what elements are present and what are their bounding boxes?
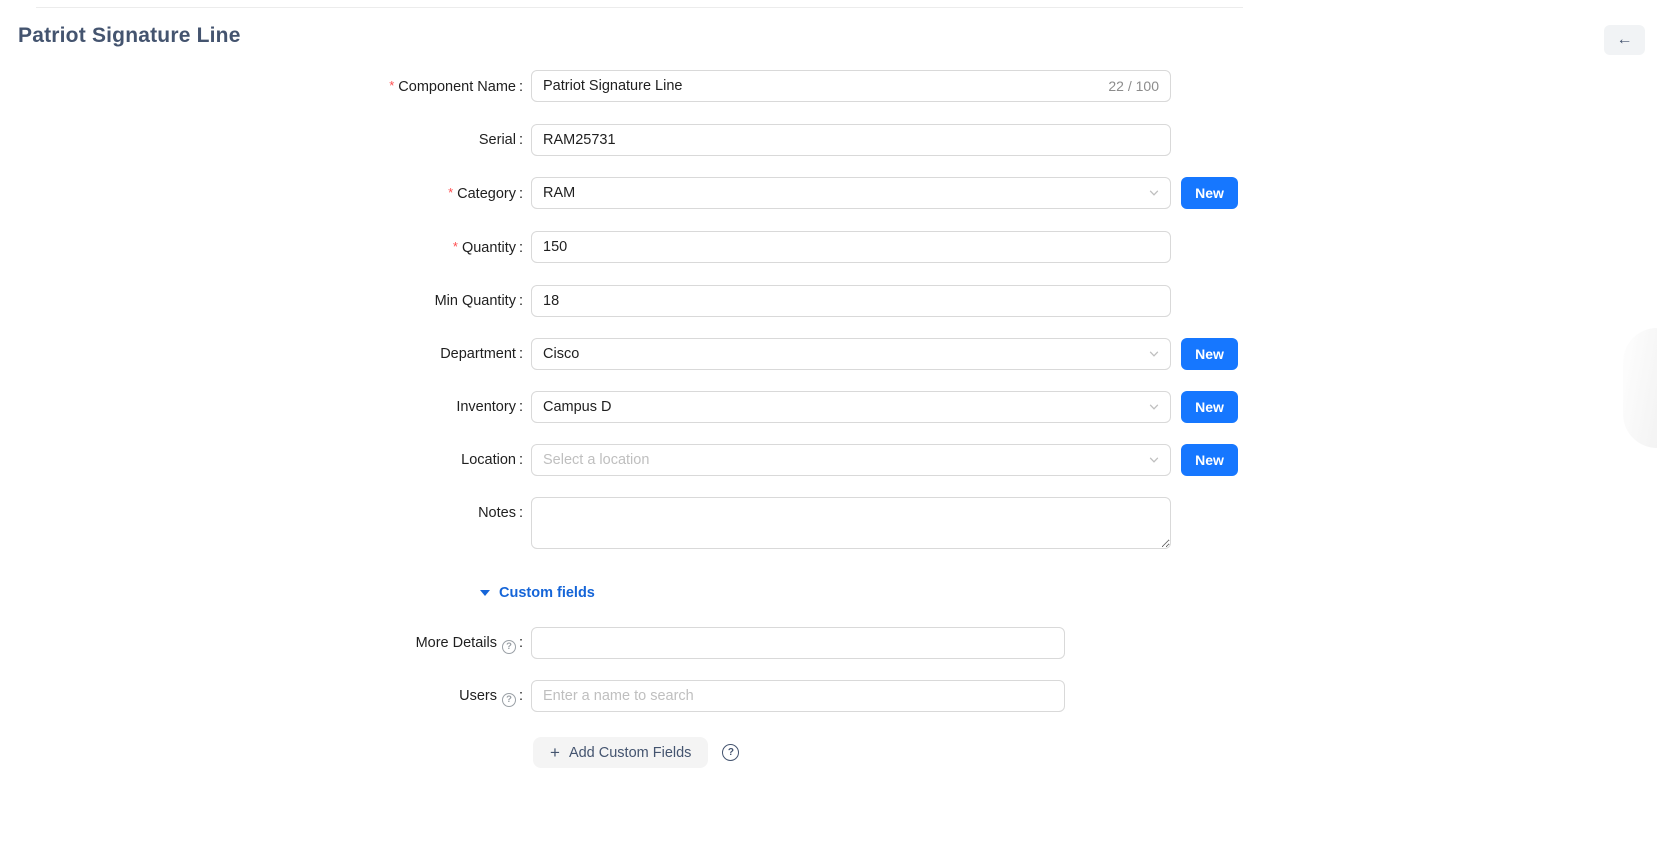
form-row-quantity: Quantity — [0, 231, 1300, 264]
category-select-value: RAM — [543, 185, 575, 201]
form-row-min-quantity: Min Quantity — [0, 285, 1300, 317]
location-new-button[interactable]: New — [1181, 444, 1238, 476]
caret-down-icon — [480, 590, 490, 596]
min-quantity-label: Min Quantity — [0, 285, 523, 317]
component-edit-form: Component Name 22 / 100 Serial Category … — [0, 70, 1300, 768]
inventory-select-value: Campus D — [543, 399, 612, 415]
edge-floating-widget — [1623, 328, 1657, 448]
department-select[interactable]: Cisco — [531, 338, 1171, 370]
location-select-placeholder: Select a location — [543, 452, 649, 468]
quantity-input[interactable] — [531, 231, 1171, 263]
category-label: Category — [0, 177, 523, 210]
inventory-new-button[interactable]: New — [1181, 391, 1238, 423]
inventory-select[interactable]: Campus D — [531, 391, 1171, 423]
back-button[interactable]: ← — [1604, 25, 1645, 55]
chevron-down-icon — [1148, 454, 1160, 466]
chevron-down-icon — [1148, 348, 1160, 360]
custom-fields-toggle-label: Custom fields — [499, 585, 595, 601]
form-row-notes: Notes — [0, 497, 1300, 554]
back-arrow-icon: ← — [1617, 32, 1633, 48]
department-new-button[interactable]: New — [1181, 338, 1238, 370]
more-details-input[interactable] — [531, 627, 1065, 659]
help-circle-icon: ? — [502, 640, 516, 654]
department-label: Department — [0, 338, 523, 370]
add-custom-fields-label: Add Custom Fields — [569, 745, 692, 761]
category-select[interactable]: RAM — [531, 177, 1171, 209]
location-select[interactable]: Select a location — [531, 444, 1171, 476]
form-row-component-name: Component Name 22 / 100 — [0, 70, 1300, 103]
chevron-down-icon — [1148, 187, 1160, 199]
serial-label: Serial — [0, 124, 523, 156]
users-label: Users? — [0, 680, 523, 712]
users-search-input[interactable] — [531, 680, 1065, 712]
form-row-more-details: More Details? — [0, 627, 1300, 659]
form-row-department: Department Cisco New — [0, 338, 1300, 370]
form-row-users: Users? — [0, 680, 1300, 712]
department-select-value: Cisco — [543, 346, 579, 362]
inventory-label: Inventory — [0, 391, 523, 423]
min-quantity-input[interactable] — [531, 285, 1171, 317]
help-circle-icon: ? — [502, 693, 516, 707]
top-divider — [36, 7, 1243, 8]
add-custom-fields-button[interactable]: + Add Custom Fields — [533, 737, 708, 768]
notes-textarea[interactable] — [531, 497, 1171, 549]
add-custom-fields-row: + Add Custom Fields ? — [533, 737, 1300, 768]
form-row-inventory: Inventory Campus D New — [0, 391, 1300, 423]
custom-fields-toggle[interactable]: Custom fields — [480, 585, 595, 601]
form-row-serial: Serial — [0, 124, 1300, 156]
chevron-down-icon — [1148, 401, 1160, 413]
component-name-input[interactable] — [531, 70, 1171, 102]
serial-input[interactable] — [531, 124, 1171, 156]
page-title: Patriot Signature Line — [18, 24, 241, 48]
form-row-location: Location Select a location New — [0, 444, 1300, 476]
notes-label: Notes — [0, 497, 523, 529]
help-circle-icon: ? — [722, 744, 739, 761]
component-name-label: Component Name — [0, 70, 523, 103]
plus-icon: + — [550, 744, 560, 761]
location-label: Location — [0, 444, 523, 476]
more-details-label: More Details? — [0, 627, 523, 659]
category-new-button[interactable]: New — [1181, 177, 1238, 209]
form-row-category: Category RAM New — [0, 177, 1300, 210]
quantity-label: Quantity — [0, 231, 523, 264]
